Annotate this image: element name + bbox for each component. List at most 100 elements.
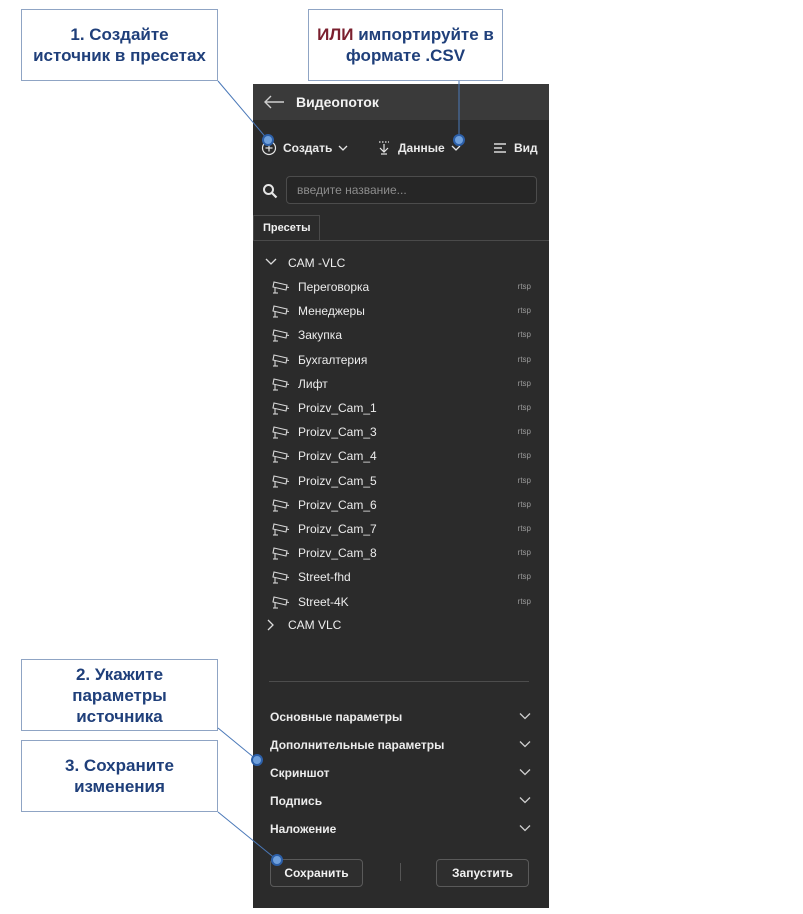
tree-item-protocol: rtsp <box>517 403 531 412</box>
camera-icon-wrap <box>271 279 291 300</box>
tree-item[interactable]: Лифт rtsp <box>253 373 549 395</box>
callout-step1: 1. Создайте источник в пресетах <box>21 9 218 81</box>
camera-icon <box>272 523 290 536</box>
panel-title: Видеопоток <box>296 94 379 110</box>
search-input[interactable] <box>286 176 537 204</box>
accordion-section-label: Скриншот <box>270 766 330 780</box>
callout-step1-text: 1. Создайте источник в пресетах <box>33 25 206 65</box>
camera-icon-wrap <box>271 521 291 542</box>
callout-or-word: ИЛИ <box>317 25 354 44</box>
tree-item-protocol: rtsp <box>517 524 531 533</box>
camera-icon-wrap <box>271 376 291 397</box>
chevron-down-icon <box>519 741 531 748</box>
camera-icon <box>272 378 290 391</box>
tree-item-label: Proizv_Cam_8 <box>298 546 377 561</box>
tree-item-label: Proizv_Cam_7 <box>298 522 377 536</box>
camera-icon-wrap <box>271 569 291 590</box>
tree-item[interactable]: Street-fhd rtsp <box>253 566 549 588</box>
tree-item-protocol: rtsp <box>517 330 531 340</box>
camera-icon-wrap <box>271 424 291 445</box>
camera-icon-wrap <box>271 545 291 566</box>
save-button[interactable]: Сохранить <box>270 859 363 887</box>
accordion-section[interactable]: Подпись <box>253 790 549 812</box>
search-icon <box>263 184 278 199</box>
callout-import-rest: импортируйте в формате .CSV <box>345 25 494 65</box>
videostream-panel: Видеопоток Создать Данные Вид введите на… <box>253 84 549 908</box>
camera-icon <box>272 450 290 463</box>
view-button[interactable]: Вид <box>492 136 538 160</box>
camera-icon-wrap <box>271 594 291 615</box>
tree-item-protocol: rtsp <box>517 378 531 388</box>
tree-item[interactable]: Proizv_Cam_4 rtsp <box>253 445 549 467</box>
callout-import: ИЛИ импортируйте в формате .CSV <box>308 9 503 81</box>
accordion-section-label: Подпись <box>270 794 323 808</box>
tree-item[interactable]: Бухгалтерия rtsp <box>253 349 549 371</box>
chevron-down-icon <box>265 258 277 265</box>
tree-item[interactable]: Proizv_Cam_5 rtsp <box>253 470 549 492</box>
camera-icon-wrap <box>271 400 291 421</box>
connector-dot-save <box>271 854 283 866</box>
chevron-right-icon <box>267 619 274 631</box>
chevron-down-icon <box>519 825 531 832</box>
chevron-down-icon <box>519 769 531 776</box>
tree-item[interactable]: Proizv_Cam_3 rtsp <box>253 421 549 443</box>
tree-item[interactable]: Proizv_Cam_6 rtsp <box>253 494 549 516</box>
tree-item-label: Закупка <box>298 328 342 343</box>
camera-icon-wrap <box>271 448 291 469</box>
tree-group-cam-vlc-collapsed[interactable]: CAM VLC <box>253 614 549 636</box>
tree-item-protocol: rtsp <box>517 306 531 316</box>
view-lines-icon <box>494 143 506 153</box>
data-button-label: Данные <box>398 141 445 155</box>
tree-item[interactable]: Street-4K rtsp <box>253 591 549 613</box>
tree-item-label: Бухгалтерия <box>298 352 368 367</box>
back-arrow-icon[interactable] <box>263 94 285 110</box>
accordion-section-label: Основные параметры <box>270 710 403 724</box>
camera-icon-wrap <box>271 352 291 373</box>
create-button-label: Создать <box>283 141 333 155</box>
camera-icon <box>272 595 290 609</box>
accordion-section[interactable]: Скриншот <box>253 762 549 784</box>
data-button[interactable]: Данные <box>376 136 461 160</box>
button-separator <box>400 863 401 881</box>
connector-dot-params <box>251 754 263 766</box>
chevron-down-icon <box>338 145 348 151</box>
tree-item[interactable]: Proizv_Cam_1 rtsp <box>253 397 549 419</box>
tree-item-label: Proizv_Cam_6 <box>298 497 377 512</box>
tree-item-protocol: rtsp <box>517 427 531 437</box>
tree-group-cam-vlc-expanded[interactable]: CAM -VLC <box>253 252 549 274</box>
search-row <box>253 176 549 206</box>
camera-icon <box>272 305 290 318</box>
toolbar: Создать Данные Вид <box>253 136 549 160</box>
tree-item-label: Street-fhd <box>298 570 351 585</box>
tab-bar: Пресеты <box>253 215 549 241</box>
tab-presets[interactable]: Пресеты <box>253 215 321 240</box>
camera-icon <box>272 474 290 488</box>
callout-step3-text: 3. Сохраните изменения <box>65 756 174 796</box>
tree-item-label: Менеджеры <box>298 304 365 319</box>
tree-item[interactable]: Менеджеры rtsp <box>253 300 549 322</box>
tree-item-protocol: rtsp <box>517 596 531 606</box>
callout-import-text: ИЛИ импортируйте в формате .CSV <box>317 24 494 66</box>
tree-item[interactable]: Proizv_Cam_8 rtsp <box>253 542 549 564</box>
tree-item[interactable]: Proizv_Cam_7 rtsp <box>253 518 549 540</box>
callout-step2: 2. Укажите параметры источника <box>21 659 218 731</box>
tree-item[interactable]: Переговорка rtsp <box>253 276 549 298</box>
accordion-section[interactable]: Дополнительные параметры <box>253 734 549 756</box>
tree-item-protocol: rtsp <box>517 282 531 291</box>
camera-icon <box>272 402 290 415</box>
tree-item-label: Proizv_Cam_1 <box>298 401 377 415</box>
panel-titlebar: Видеопоток <box>253 84 549 120</box>
tree-item-label: Proizv_Cam_5 <box>298 473 377 488</box>
camera-icon-wrap <box>271 327 291 348</box>
accordion-section[interactable]: Наложение <box>253 818 549 840</box>
accordion-section-label: Дополнительные параметры <box>270 738 445 752</box>
run-button[interactable]: Запустить <box>436 859 529 887</box>
accordion-section[interactable]: Основные параметры <box>253 706 549 728</box>
tree-item[interactable]: Закупка rtsp <box>253 324 549 346</box>
tree-item-protocol: rtsp <box>517 354 531 364</box>
create-button[interactable]: Создать <box>261 136 348 160</box>
divider <box>269 681 529 682</box>
tree-group-label: CAM -VLC <box>288 256 346 270</box>
view-button-label: Вид <box>514 141 538 155</box>
tree-item-label: Переговорка <box>298 280 370 294</box>
